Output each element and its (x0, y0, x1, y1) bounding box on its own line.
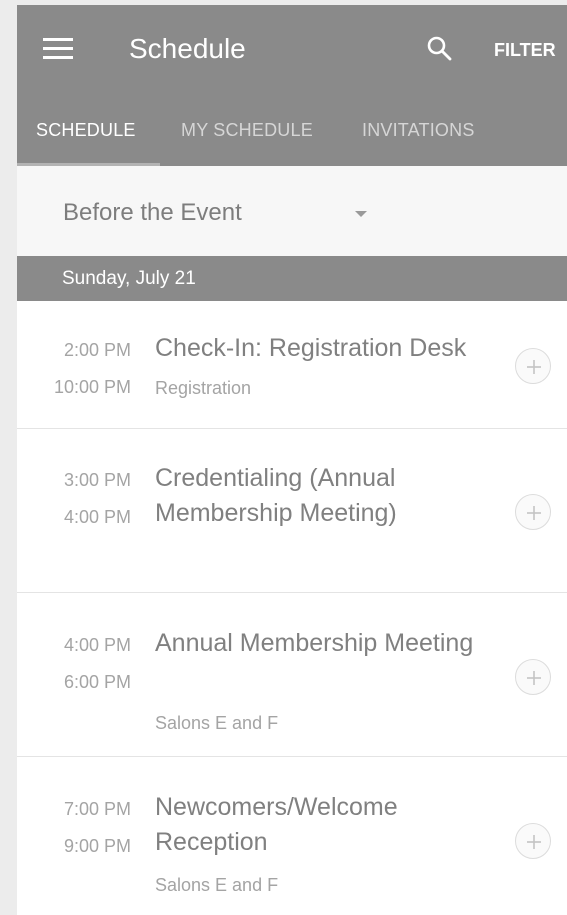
plus-icon (527, 671, 541, 685)
phase-dropdown-label: Before the Event (63, 199, 242, 226)
session-location: Salons E and F (155, 713, 279, 733)
app-frame: Schedule FILTER SCHEDULE MY SCHEDULE INV… (17, 5, 567, 915)
plus-icon (527, 506, 541, 520)
session-end-time: 6:00 PM (63, 672, 131, 692)
day-header: Sunday, July 21 (17, 256, 567, 301)
session-row[interactable]: 3:00 PM 4:00 PM Credentialing (Annual Me… (17, 429, 567, 593)
session-start-time: 7:00 PM (63, 799, 131, 819)
phase-dropdown[interactable]: Before the Event (63, 193, 367, 233)
phase-selector-bar: Before the Event (17, 166, 567, 256)
tab-invitations[interactable]: INVITATIONS (362, 109, 475, 166)
session-title: Newcomers/Welcome Reception (155, 793, 398, 856)
add-to-schedule-button[interactable] (515, 494, 551, 530)
session-row[interactable]: 7:00 PM 9:00 PM Newcomers/Welcome Recept… (17, 757, 567, 915)
menu-icon[interactable] (43, 38, 73, 60)
page-title: Schedule (129, 33, 246, 64)
session-location: Registration (155, 378, 252, 398)
filter-button[interactable]: FILTER (494, 38, 556, 62)
add-to-schedule-button[interactable] (515, 659, 551, 695)
session-start-time: 2:00 PM (63, 340, 131, 360)
session-end-time: 10:00 PM (53, 377, 131, 397)
session-title: Credentialing (Annual Membership Meeting… (155, 464, 397, 527)
day-header-label: Sunday, July 21 (62, 268, 196, 289)
session-start-time: 3:00 PM (63, 470, 131, 490)
session-row[interactable]: 4:00 PM 6:00 PM Annual Membership Meetin… (17, 593, 567, 757)
tab-schedule[interactable]: SCHEDULE (36, 109, 136, 166)
session-row[interactable]: 2:00 PM 10:00 PM Check-In: Registration … (17, 301, 567, 429)
session-location: Salons E and F (155, 875, 279, 895)
app-bar: Schedule FILTER SCHEDULE MY SCHEDULE INV… (17, 5, 567, 166)
session-end-time: 4:00 PM (63, 507, 131, 527)
plus-icon (527, 835, 541, 849)
add-to-schedule-button[interactable] (515, 823, 551, 859)
tab-my-schedule[interactable]: MY SCHEDULE (181, 109, 313, 166)
add-to-schedule-button[interactable] (515, 348, 551, 384)
tab-bar: SCHEDULE MY SCHEDULE INVITATIONS (17, 109, 567, 166)
plus-icon (527, 360, 541, 374)
session-title: Annual Membership Meeting (155, 629, 474, 657)
search-icon[interactable] (426, 35, 452, 61)
session-end-time: 9:00 PM (63, 836, 131, 856)
session-start-time: 4:00 PM (63, 635, 131, 655)
caret-down-icon (355, 211, 367, 217)
session-title: Check-In: Registration Desk (155, 334, 467, 362)
